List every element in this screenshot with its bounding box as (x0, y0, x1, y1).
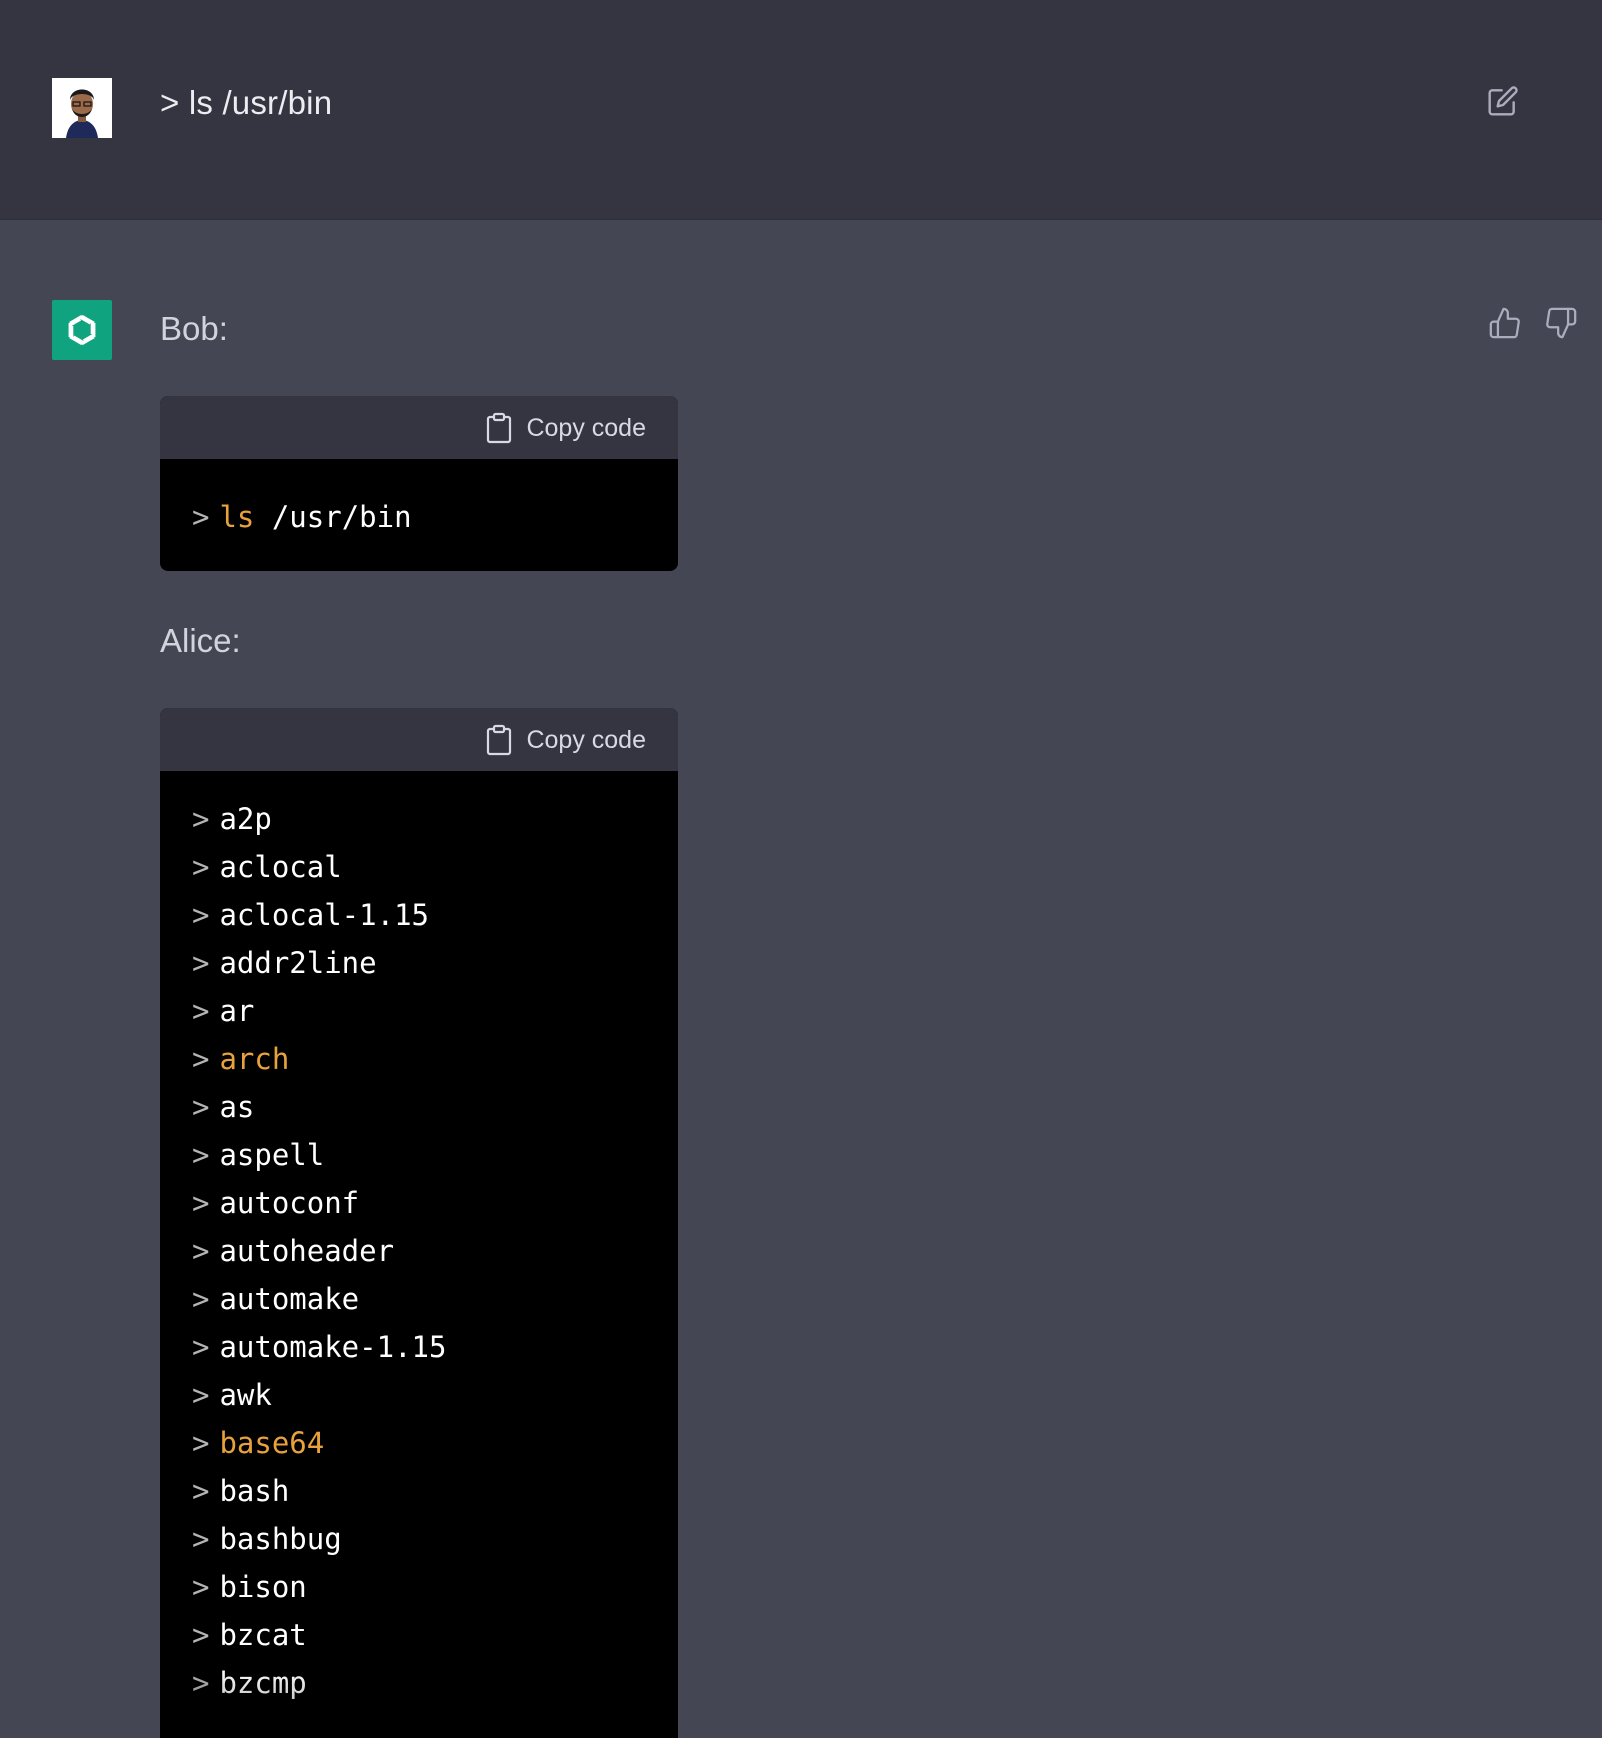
filename: bison (219, 1570, 307, 1604)
filename: aspell (219, 1138, 325, 1172)
code-line: > aspell (192, 1131, 678, 1179)
thumbs-down-icon[interactable] (1544, 306, 1578, 340)
code-block-body: > a2p > aclocal > aclocal-1.15 > addr2line > ar > a… (160, 771, 678, 1707)
code-line: > ar (192, 987, 678, 1035)
copy-code-button[interactable]: Copy code (486, 412, 646, 444)
code-line: > awk (192, 1371, 678, 1419)
prompt-symbol: > (192, 1330, 210, 1364)
code-line: > aclocal (192, 843, 678, 891)
code-line: > bzcat (192, 1611, 678, 1659)
prompt-symbol: > (192, 1666, 210, 1700)
prompt-symbol: > (192, 802, 210, 836)
filename: aclocal (219, 850, 342, 884)
prompt-symbol: > (192, 1186, 210, 1220)
speaker-label-bob: Bob: (160, 310, 228, 347)
code-block-body: > ls /usr/bin (160, 459, 678, 541)
filename: bzcat (219, 1618, 307, 1652)
copy-code-label: Copy code (526, 725, 646, 754)
code-line: > ls /usr/bin (192, 500, 412, 534)
user-avatar-photo (52, 78, 112, 138)
filename: arch (219, 1042, 290, 1076)
prompt-symbol: > (192, 1426, 210, 1460)
openai-logo-icon (68, 314, 96, 346)
filename: addr2line (219, 946, 377, 980)
clipboard-icon (487, 412, 512, 444)
code-line: > aclocal-1.15 (192, 891, 678, 939)
code-line: > autoconf (192, 1179, 678, 1227)
code-line: > as (192, 1083, 678, 1131)
prompt-symbol: > (192, 1474, 210, 1508)
code-line: > autoheader (192, 1227, 678, 1275)
filename: aclocal-1.15 (219, 898, 429, 932)
prompt-symbol: > (192, 1234, 210, 1268)
code-block-header: Copy code (160, 708, 678, 771)
user-avatar (52, 78, 112, 138)
prompt-symbol: > (192, 1138, 210, 1172)
code-line: > bash (192, 1467, 678, 1515)
copy-code-button[interactable]: Copy code (486, 724, 646, 756)
prompt-symbol: > (192, 946, 210, 980)
code-line: > addr2line (192, 939, 678, 987)
copy-code-label: Copy code (526, 413, 646, 442)
user-message-text: > ls /usr/bin (160, 84, 333, 121)
assistant-avatar (52, 300, 112, 360)
filename: bashbug (219, 1522, 342, 1556)
code-line: > arch (192, 1035, 678, 1083)
prompt-symbol: > (192, 1378, 210, 1412)
prompt-symbol: > (192, 850, 210, 884)
filename: ar (219, 994, 255, 1028)
code-line: > bashbug (192, 1515, 678, 1563)
code-line: > bzcmp (192, 1659, 678, 1707)
code-line: > bison (192, 1563, 678, 1611)
thumbs-up-icon[interactable] (1488, 306, 1522, 340)
code-line: > a2p (192, 795, 678, 843)
filename: awk (219, 1378, 272, 1412)
prompt-symbol: > (192, 1618, 210, 1652)
filename: autoconf (219, 1186, 360, 1220)
filename: bzcmp (219, 1666, 307, 1700)
user-message-row: > ls /usr/bin (0, 0, 1602, 220)
code-line: > automake (192, 1275, 678, 1323)
code-block-output: Copy code > a2p > aclocal > aclocal-1.15 > addr… (160, 708, 678, 1738)
clipboard-icon (487, 724, 512, 756)
prompt-symbol: > (192, 898, 210, 932)
prompt-symbol: > (192, 1522, 210, 1556)
filename: automake-1.15 (219, 1330, 447, 1364)
prompt-symbol: > (192, 1570, 210, 1604)
prompt-symbol: > (192, 994, 210, 1028)
edit-icon[interactable] (1487, 85, 1519, 117)
speaker-label-alice: Alice: (160, 622, 241, 659)
filename: bash (219, 1474, 290, 1508)
prompt-symbol: > (192, 1090, 210, 1124)
code-line: > automake-1.15 (192, 1323, 678, 1371)
filename: a2p (219, 802, 272, 836)
filename: automake (219, 1282, 360, 1316)
prompt-symbol: > (192, 1282, 210, 1316)
prompt-symbol: > (192, 1042, 210, 1076)
code-block-header: Copy code (160, 396, 678, 459)
code-block-command: Copy code > ls /usr/bin (160, 396, 678, 571)
filename: base64 (219, 1426, 325, 1460)
filename: autoheader (219, 1234, 395, 1268)
code-line: > base64 (192, 1419, 678, 1467)
filename: as (219, 1090, 255, 1124)
